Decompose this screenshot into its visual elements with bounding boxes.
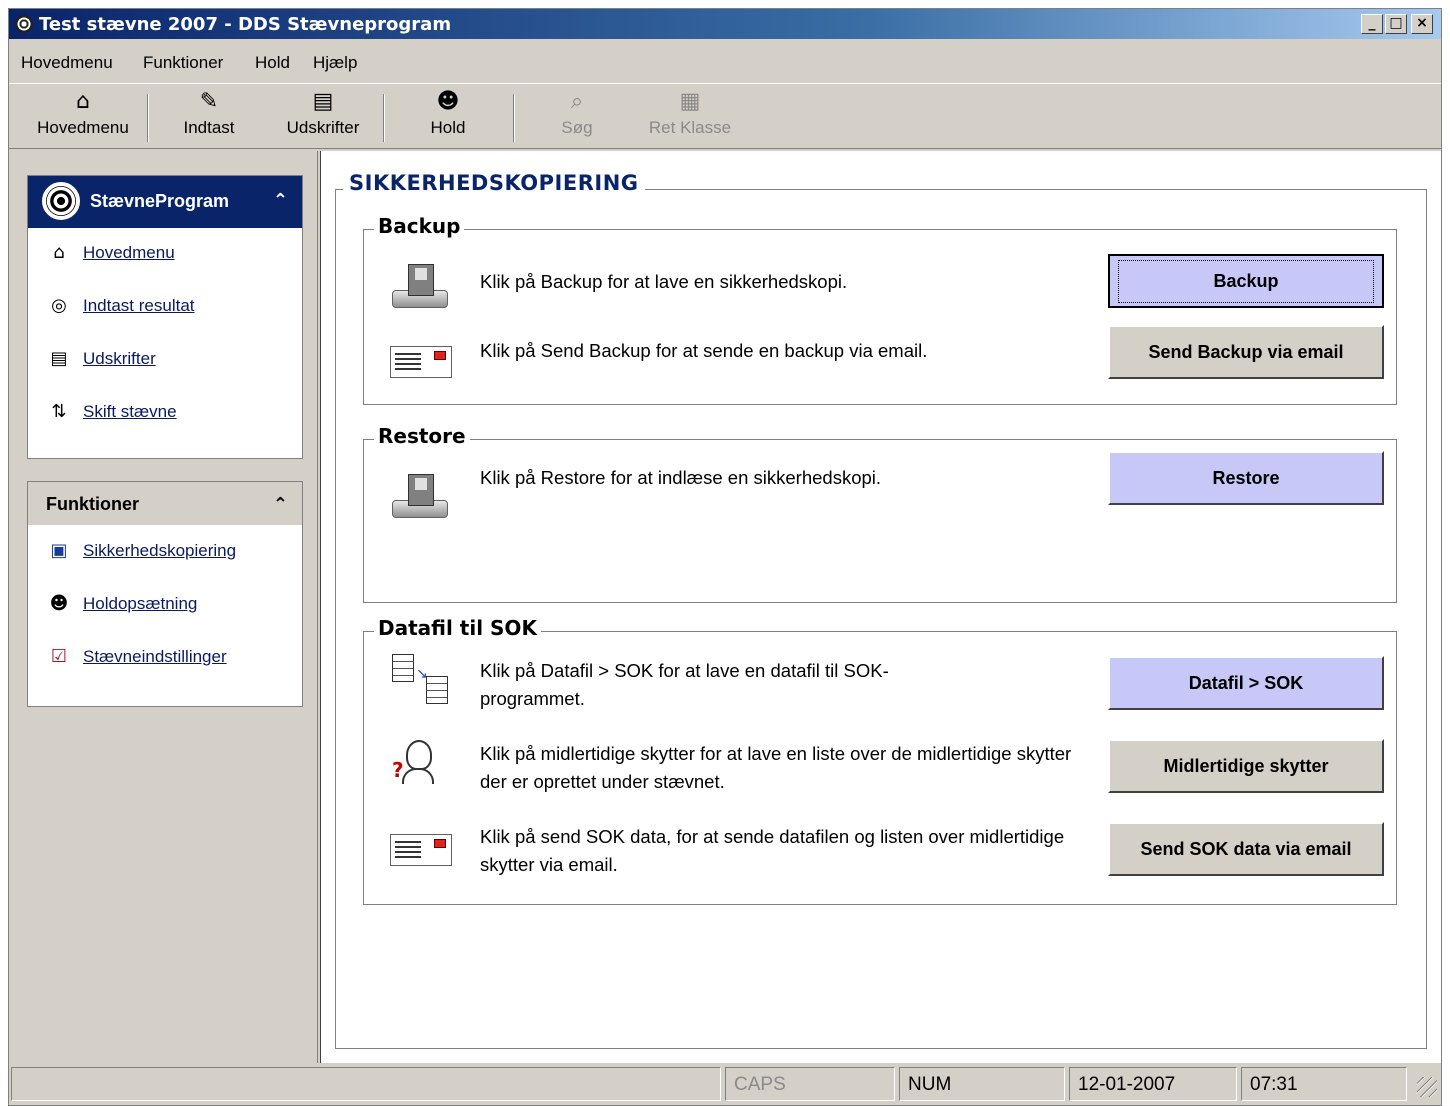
app-target-icon xyxy=(15,15,33,33)
sidebar-item-indtast-resultat[interactable]: ◎ Indtast resultat xyxy=(28,281,302,334)
toolbar-ret-klasse-label: Ret Klasse xyxy=(648,118,732,137)
resize-grip-icon[interactable] xyxy=(1417,1077,1437,1097)
send-sok-data-email-button[interactable]: Send SOK data via email xyxy=(1108,822,1384,876)
file-export-icon: ↘ xyxy=(390,654,452,704)
sidebar-group-header[interactable]: Funktioner ⌃ xyxy=(28,482,302,526)
menu-hold[interactable]: Hold xyxy=(255,53,290,73)
sidebar-group-title: StævneProgram xyxy=(90,191,230,211)
toolbar-ret-klasse-button[interactable]: ▦ Ret Klasse xyxy=(635,90,745,146)
sidebar-item-label[interactable]: Udskrifter xyxy=(83,349,156,369)
close-button[interactable]: × xyxy=(1411,14,1433,34)
toolbar-hold-button[interactable]: ☻ Hold xyxy=(405,90,491,146)
sidebar-item-label[interactable]: Stævneindstillinger xyxy=(83,647,227,667)
status-caps: CAPS xyxy=(725,1067,895,1101)
sidebar-item-staevneindstillinger[interactable]: ☑ Stævneindstillinger xyxy=(28,632,302,685)
page-title: SIKKERHEDSKOPIERING xyxy=(343,171,645,195)
sidebar: StævneProgram ⌃ ⌂ Hovedmenu ◎ Indtast re… xyxy=(11,151,317,1063)
status-time: 07:31 xyxy=(1241,1067,1407,1101)
section-title: Restore xyxy=(374,424,470,448)
toolbar-indtast-button[interactable]: ✎ Indtast xyxy=(159,90,259,146)
collapse-chevron-icon[interactable]: ⌃ xyxy=(273,494,288,515)
disk-drive-icon xyxy=(390,262,452,312)
restore-button[interactable]: Restore xyxy=(1108,451,1384,505)
app-window: Test stævne 2007 - DDS Stævneprogram _ □… xyxy=(8,8,1442,1106)
status-num: NUM xyxy=(899,1067,1065,1101)
toolbar: ⌂ Hovedmenu ✎ Indtast ▤ Udskrifter ☻ Hol… xyxy=(9,83,1441,149)
target-icon: ◎ xyxy=(51,295,67,316)
toolbar-soeg-button[interactable]: ⌕ Søg xyxy=(539,90,615,146)
window-title: Test stævne 2007 - DDS Stævneprogram xyxy=(39,14,452,35)
backup-button[interactable]: Backup xyxy=(1108,254,1384,308)
floppy-icon: ▣ xyxy=(50,540,68,561)
collapse-chevron-icon[interactable]: ⌃ xyxy=(273,190,288,211)
status-message-pane xyxy=(11,1067,721,1101)
menu-funktioner[interactable]: Funktioner xyxy=(143,53,223,73)
main-pane: SIKKERHEDSKOPIERING Backup Klik på Backu… xyxy=(321,151,1441,1063)
section-backup: Backup Klik på Backup for at lave en sik… xyxy=(363,214,1397,405)
edit-class-icon: ▦ xyxy=(679,89,701,114)
toolbar-udskrifter-label: Udskrifter xyxy=(286,118,360,137)
sidebar-group-title: Funktioner xyxy=(46,494,139,514)
button-label: Backup xyxy=(1118,259,1374,303)
house-icon: ⌂ xyxy=(76,89,90,114)
section-title: Backup xyxy=(374,214,465,238)
send-backup-email-button[interactable]: Send Backup via email xyxy=(1108,325,1384,379)
toolbar-hovedmenu-label: Hovedmenu xyxy=(37,118,129,137)
disk-drive-icon xyxy=(390,472,452,522)
house-icon: ⌂ xyxy=(53,242,65,263)
sidebar-group-staevneprogram: StævneProgram ⌃ ⌂ Hovedmenu ◎ Indtast re… xyxy=(27,175,303,459)
toolbar-indtast-label: Indtast xyxy=(183,118,235,137)
team-icon: ☻ xyxy=(436,89,460,114)
sidebar-item-sikkerhedskopiering[interactable]: ▣ Sikkerhedskopiering xyxy=(28,526,302,579)
target-logo-icon xyxy=(40,180,82,222)
row-description: Klik på Datafil > SOK for at lave en dat… xyxy=(480,660,889,709)
menu-bar: Hovedmenu Funktioner Hold Hjælp xyxy=(9,49,1441,75)
section-restore: Restore Klik på Restore for at indlæse e… xyxy=(363,424,1397,603)
sidebar-group-header[interactable]: StævneProgram ⌃ xyxy=(28,176,302,228)
status-bar: CAPS NUM 12-01-2007 07:31 xyxy=(9,1063,1441,1105)
section-title: Datafil til SOK xyxy=(374,616,541,640)
toolbar-hold-label: Hold xyxy=(430,118,466,137)
title-bar[interactable]: Test stævne 2007 - DDS Stævneprogram _ □… xyxy=(9,9,1441,39)
toolbar-separator xyxy=(383,94,385,142)
sidebar-item-label[interactable]: Hovedmenu xyxy=(83,243,175,263)
maximize-button[interactable]: □ xyxy=(1385,14,1407,34)
midlertidige-skytter-button[interactable]: Midlertidige skytter xyxy=(1108,739,1384,793)
email-icon xyxy=(390,338,452,388)
menu-hjaelp[interactable]: Hjælp xyxy=(313,53,357,73)
status-date: 12-01-2007 xyxy=(1069,1067,1237,1101)
temporary-shooter-icon: ? xyxy=(390,738,452,788)
row-description: Klik på midlertidige skytter for at lave… xyxy=(480,743,1072,792)
settings-check-icon: ☑ xyxy=(50,646,68,667)
sidebar-item-skift-staevne[interactable]: ⇅ Skift stævne xyxy=(28,387,302,440)
printer-icon: ▤ xyxy=(312,89,334,114)
row-description: Klik på Send Backup for at sende en back… xyxy=(480,340,928,361)
toolbar-separator xyxy=(147,94,149,142)
minimize-button[interactable]: _ xyxy=(1361,14,1383,34)
toolbar-soeg-label: Søg xyxy=(561,118,593,137)
sidebar-group-funktioner: Funktioner ⌃ ▣ Sikkerhedskopiering ☻ Hol… xyxy=(27,481,303,707)
sidebar-item-label[interactable]: Holdopsætning xyxy=(83,594,197,614)
row-description: Klik på Backup for at lave en sikkerheds… xyxy=(480,271,848,292)
team-icon: ☻ xyxy=(49,593,69,614)
sidebar-item-hovedmenu[interactable]: ⌂ Hovedmenu xyxy=(28,228,302,281)
sidebar-item-label[interactable]: Sikkerhedskopiering xyxy=(83,541,236,561)
sidebar-item-udskrifter[interactable]: ▤ Udskrifter xyxy=(28,334,302,387)
toolbar-hovedmenu-button[interactable]: ⌂ Hovedmenu xyxy=(23,90,143,146)
toolbar-separator xyxy=(513,94,515,142)
email-icon xyxy=(390,826,452,876)
sidebar-item-label[interactable]: Skift stævne xyxy=(83,402,177,422)
printer-icon: ▤ xyxy=(50,348,68,369)
row-description: Klik på Restore for at indlæse en sikker… xyxy=(480,467,882,488)
switch-icon: ⇅ xyxy=(51,401,67,422)
row-description: Klik på send SOK data, for at sende data… xyxy=(480,826,1065,875)
search-icon: ⌕ xyxy=(570,89,584,114)
sidebar-item-holdopsaetning[interactable]: ☻ Holdopsætning xyxy=(28,579,302,632)
datafil-sok-button[interactable]: Datafil > SOK xyxy=(1108,656,1384,710)
sidebar-item-label[interactable]: Indtast resultat xyxy=(83,296,195,316)
section-datafil-sok: Datafil til SOK ↘ Klik på Datafil > SOK … xyxy=(363,616,1397,905)
pencil-icon: ✎ xyxy=(199,89,219,114)
menu-hovedmenu[interactable]: Hovedmenu xyxy=(21,53,113,73)
toolbar-udskrifter-button[interactable]: ▤ Udskrifter xyxy=(275,90,371,146)
